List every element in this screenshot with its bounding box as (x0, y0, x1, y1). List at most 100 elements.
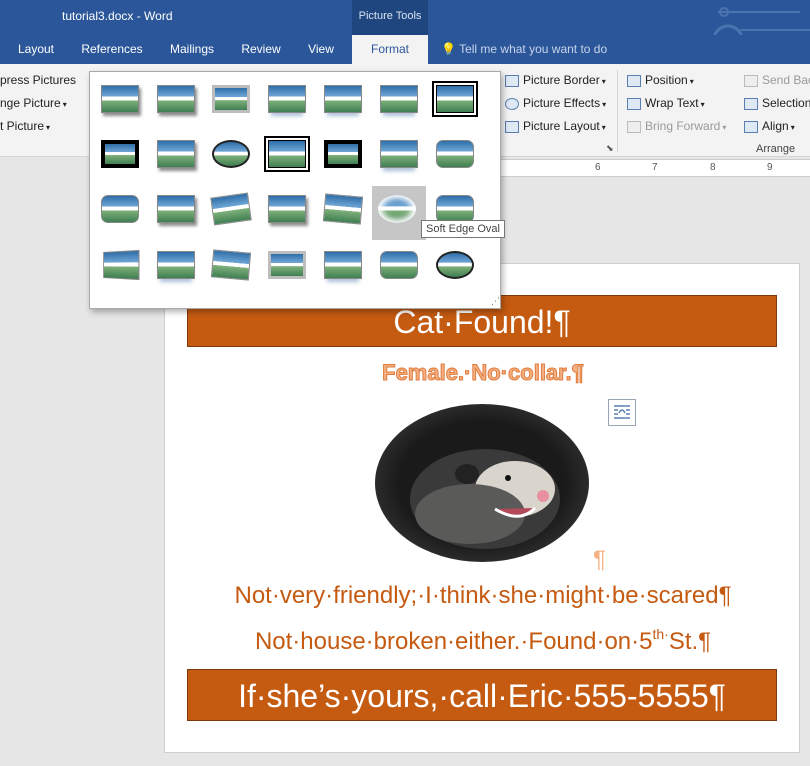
picture-style-item[interactable] (151, 76, 201, 126)
picture-style-item[interactable] (206, 186, 256, 236)
picture-style-item[interactable] (374, 131, 424, 181)
picture-style-thumbnail-icon (436, 140, 474, 168)
picture-style-soft-edge-oval[interactable] (372, 186, 426, 240)
send-backward-label: Send Bac (762, 73, 810, 87)
tell-me-search[interactable]: 💡 Tell me what you want to do (441, 35, 607, 64)
picture-style-thumbnail-icon (101, 140, 139, 168)
picture-style-item[interactable] (318, 131, 368, 181)
picture-style-item[interactable] (95, 186, 145, 236)
picture-style-thumbnail-icon (157, 85, 195, 113)
picture-style-thumbnail-icon (157, 140, 195, 168)
bring-forward-label: Bring Forward (645, 119, 721, 133)
picture-style-item[interactable] (318, 242, 368, 292)
horizontal-ruler[interactable]: 6 7 8 9 (500, 159, 810, 177)
picture-style-thumbnail-icon (322, 193, 364, 225)
picture-style-thumbnail-icon (268, 85, 306, 113)
picture-style-item[interactable] (151, 186, 201, 236)
align-icon (744, 120, 758, 133)
opossum-image (410, 449, 560, 549)
tab-layout[interactable]: Layout (8, 35, 64, 64)
change-picture-button[interactable]: nge Picture ▾ (0, 93, 67, 113)
picture-style-item[interactable] (430, 131, 480, 181)
picture-effects-button[interactable]: Picture Effects ▾ (505, 93, 606, 113)
picture-style-thumbnail-icon (101, 85, 139, 113)
subtitle-text[interactable]: Female.·No·collar.¶ (165, 360, 801, 386)
picture-style-item[interactable] (95, 131, 145, 181)
picture-style-item[interactable] (262, 242, 312, 292)
tab-view[interactable]: View (296, 35, 346, 64)
bring-forward-icon (627, 120, 641, 133)
picture-style-item[interactable] (206, 76, 256, 126)
dropdown-arrow-icon: ▾ (689, 77, 694, 86)
picture-style-item[interactable] (374, 76, 424, 126)
reset-picture-button[interactable]: t Picture ▾ (0, 116, 50, 136)
picture-style-thumbnail-icon (210, 249, 252, 281)
picture-layout-button[interactable]: Picture Layout ▾ (505, 116, 606, 136)
send-backward-icon (744, 74, 758, 87)
tab-references[interactable]: References (74, 35, 150, 64)
contact-banner[interactable]: If·she’s·yours,·call·Eric·555-5555¶ (187, 669, 777, 721)
dropdown-arrow-icon: ▾ (722, 123, 727, 132)
arrange-group-label: Arrange (756, 143, 796, 155)
ruler-number: 7 (652, 162, 658, 173)
compress-pictures-button[interactable]: press Pictures (0, 70, 76, 90)
picture-style-item[interactable] (206, 131, 256, 181)
picture-style-thumbnail-icon (324, 140, 362, 168)
picture-style-item[interactable] (318, 186, 368, 236)
body-line-1[interactable]: Not·very·friendly;·I·think·she·might·be·… (165, 582, 801, 610)
picture-style-item[interactable] (262, 76, 312, 126)
picture-border-icon (505, 74, 519, 87)
picture-style-thumbnail-icon (436, 251, 474, 279)
tab-mailings[interactable]: Mailings (160, 35, 224, 64)
picture-style-item[interactable] (262, 186, 312, 236)
picture-border-button[interactable]: Picture Border ▾ (505, 70, 606, 90)
picture-style-item[interactable] (262, 131, 312, 181)
bring-forward-button[interactable]: Bring Forward ▾ (627, 116, 726, 136)
document-page[interactable]: Cat·Found!¶ Female.·No·collar.¶ ¶ Not·ve… (164, 263, 800, 753)
picture-style-item[interactable] (206, 242, 256, 292)
dropdown-arrow-icon: ▾ (601, 77, 606, 86)
tab-review[interactable]: Review (234, 35, 288, 64)
layout-options-button[interactable] (608, 399, 636, 426)
picture-effects-label: Picture Effects (523, 96, 601, 110)
ribbon-separator (617, 70, 618, 152)
resize-grip-icon[interactable]: ⋰ (491, 296, 500, 307)
wrap-text-button[interactable]: Wrap Text ▾ (627, 93, 705, 113)
dialog-launcher-icon[interactable]: ⬊ (606, 143, 614, 154)
picture-style-item[interactable] (374, 242, 424, 292)
picture-style-thumbnail-icon (264, 136, 310, 172)
ruler-number: 8 (710, 162, 716, 173)
position-button[interactable]: Position ▾ (627, 70, 694, 90)
picture-style-item[interactable] (151, 131, 201, 181)
picture-style-thumbnail-icon (432, 81, 478, 117)
position-icon (627, 74, 641, 87)
body-line-2-text: Not·house·broken·either.·Found·on·5 (254, 628, 653, 655)
selection-pane-button[interactable]: Selection (744, 93, 810, 113)
selection-pane-label: Selection (762, 96, 810, 110)
align-button[interactable]: Align ▾ (744, 116, 795, 136)
body-line-2[interactable]: Not·house·broken·either.·Found·on·5th·St… (165, 626, 801, 656)
picture-style-item[interactable] (318, 76, 368, 126)
change-picture-label: nge Picture (0, 96, 61, 110)
picture-effects-icon (505, 97, 519, 110)
picture-style-thumbnail-icon (101, 195, 139, 223)
dropdown-arrow-icon: ▾ (62, 100, 67, 109)
picture-style-thumbnail-icon (436, 195, 474, 223)
tab-format[interactable]: Format (352, 35, 428, 64)
picture-style-item[interactable] (430, 76, 480, 126)
picture-style-item[interactable] (95, 242, 145, 292)
send-backward-button[interactable]: Send Bac (744, 70, 810, 90)
picture-style-item[interactable] (95, 76, 145, 126)
picture-style-thumbnail-icon (210, 192, 252, 226)
picture-layout-icon (505, 120, 519, 133)
picture-border-label: Picture Border (523, 73, 600, 87)
reset-picture-label: t Picture (0, 119, 45, 133)
picture-style-thumbnail-icon (157, 195, 195, 223)
position-label: Position (645, 73, 688, 87)
picture-style-thumbnail-icon (378, 195, 416, 223)
picture-style-thumbnail-icon (324, 251, 362, 279)
wrap-text-label: Wrap Text (645, 96, 699, 110)
picture-style-item[interactable] (151, 242, 201, 292)
picture-style-item[interactable] (430, 242, 480, 292)
opossum-photo[interactable] (375, 404, 589, 562)
